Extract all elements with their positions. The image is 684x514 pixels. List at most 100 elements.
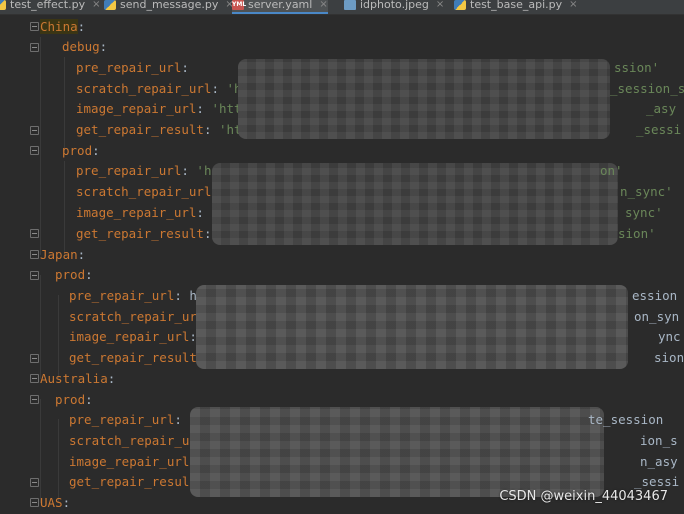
yaml-file-icon: YML [232, 0, 247, 10]
redacted-region [196, 285, 628, 369]
editor-gutter [0, 15, 38, 514]
indent-guide [40, 37, 41, 255]
tab-label: server.yaml [248, 0, 313, 11]
yaml-key: prod [55, 267, 86, 282]
yaml-value-tail: te_session [588, 412, 664, 427]
yaml-line: Japan: [40, 247, 86, 262]
yaml-value-tail: _sessi [636, 122, 682, 137]
python-file-icon [0, 0, 6, 10]
yaml-value-tail: sion [654, 350, 684, 365]
yaml-line: UAS: [40, 495, 71, 510]
close-icon[interactable]: × [436, 0, 444, 10]
yaml-key: Australia [40, 371, 108, 386]
yaml-line: image_repair_url: 'http [76, 101, 250, 116]
yaml-value-tail: _session_s [610, 81, 684, 96]
yaml-value-tail: _asy [646, 101, 677, 116]
python-file-icon [104, 0, 116, 10]
yaml-line: debug: [62, 39, 108, 54]
yaml-key: pre_repair_url [69, 288, 175, 303]
indent-guide [64, 161, 65, 256]
tab-label: test_base_api.py [470, 0, 563, 11]
yaml-key: get_repair_result [76, 122, 204, 137]
yaml-key: UAS [40, 495, 63, 510]
yaml-line: scratch_repair_url: 'htt [76, 79, 257, 99]
fold-marker-icon[interactable] [30, 354, 39, 363]
fold-marker-icon[interactable] [30, 126, 39, 135]
python-file-icon [454, 0, 466, 10]
yaml-key: image_repair_url [69, 454, 190, 469]
yaml-value-tail: sync' [625, 205, 663, 220]
fold-marker-icon[interactable] [30, 229, 39, 238]
close-icon[interactable]: × [319, 0, 327, 10]
yaml-key: pre_repair_url [69, 412, 175, 427]
fold-marker-icon[interactable] [30, 374, 39, 383]
yaml-line: prod: [62, 143, 100, 158]
yaml-key: image_repair_url [69, 329, 190, 344]
code-editor[interactable]: China: debug: pre_repair_url: scratch_re… [0, 15, 684, 514]
yaml-key: China [40, 19, 78, 34]
editor-tab-bar: test_effect.py × send_message.py × YML s… [0, 0, 684, 15]
redacted-region [238, 59, 610, 139]
yaml-line: scratch_repair_url: [76, 182, 227, 202]
yaml-value-tail: n_asy [640, 454, 678, 469]
yaml-key: get_repair_result [69, 474, 197, 489]
yaml-line: pre_repair_url: 'h [76, 163, 212, 178]
tab-test-base-api[interactable]: test_base_api.py × [454, 0, 578, 14]
yaml-line: China: [40, 19, 86, 34]
yaml-key: get_repair_result [69, 350, 197, 365]
tab-label: idphoto.jpeg [360, 0, 429, 11]
indent-guide [64, 57, 65, 152]
tab-label: test_effect.py [10, 0, 86, 11]
close-icon[interactable]: × [92, 0, 100, 10]
yaml-value-tail: ync [658, 329, 681, 344]
fold-marker-icon[interactable] [30, 478, 39, 487]
image-file-icon [344, 0, 356, 10]
fold-marker-icon[interactable] [30, 250, 39, 259]
close-icon[interactable]: × [569, 0, 577, 10]
redacted-region [190, 407, 604, 497]
yaml-value-tail: ession [632, 288, 678, 303]
yaml-key: prod [55, 392, 86, 407]
yaml-key: get_repair_result [76, 226, 204, 241]
indent-guide [58, 295, 59, 379]
yaml-key: scratch_repair_url [69, 309, 205, 324]
tab-label: send_message.py [120, 0, 219, 11]
indent-guide [40, 275, 41, 379]
yaml-line: prod: [55, 392, 93, 407]
fold-marker-icon[interactable] [30, 395, 39, 404]
yaml-line: image_repair_url: [76, 205, 212, 220]
yaml-line: Australia: [40, 371, 116, 386]
yaml-line: get_repair_result: 'http [76, 120, 257, 140]
fold-marker-icon[interactable] [30, 43, 39, 52]
tab-send-message[interactable]: send_message.py × [104, 0, 234, 14]
yaml-line: prod: [55, 267, 93, 282]
yaml-value-tail: ssion' [614, 60, 660, 75]
yaml-key: pre_repair_url [76, 163, 182, 178]
watermark: CSDN @weixin_44043467 [499, 489, 668, 504]
tab-idphoto[interactable]: idphoto.jpeg × [344, 0, 444, 14]
fold-marker-icon[interactable] [30, 271, 39, 280]
yaml-line: pre_repair_url: [76, 60, 197, 75]
yaml-key: Japan [40, 247, 78, 262]
yaml-key: debug [62, 39, 100, 54]
yaml-key: scratch_repair_url [69, 433, 205, 448]
yaml-key: scratch_repair_url [76, 81, 212, 96]
fold-marker-icon[interactable] [30, 498, 39, 507]
redacted-region [212, 163, 618, 245]
yaml-key: prod [62, 143, 93, 158]
indent-guide [40, 399, 41, 503]
yaml-value-tail: n_sync' [620, 184, 673, 199]
yaml-value-tail: ion_s [640, 433, 678, 448]
tab-test-effect[interactable]: test_effect.py × [0, 0, 100, 14]
yaml-line: pre_repair_url: [69, 412, 190, 427]
yaml-value-tail: on' [600, 163, 623, 178]
fold-marker-icon[interactable] [30, 22, 39, 31]
yaml-value: 'h [196, 163, 212, 178]
yaml-key: image_repair_url [76, 101, 197, 116]
tab-server-yaml[interactable]: YML server.yaml × [232, 0, 328, 14]
fold-marker-icon[interactable] [30, 146, 39, 155]
yaml-value-tail: sion' [618, 226, 656, 241]
yaml-key: scratch_repair_url [76, 184, 212, 199]
yaml-key: pre_repair_url [76, 60, 182, 75]
yaml-line: get_repair_result: [76, 226, 212, 241]
